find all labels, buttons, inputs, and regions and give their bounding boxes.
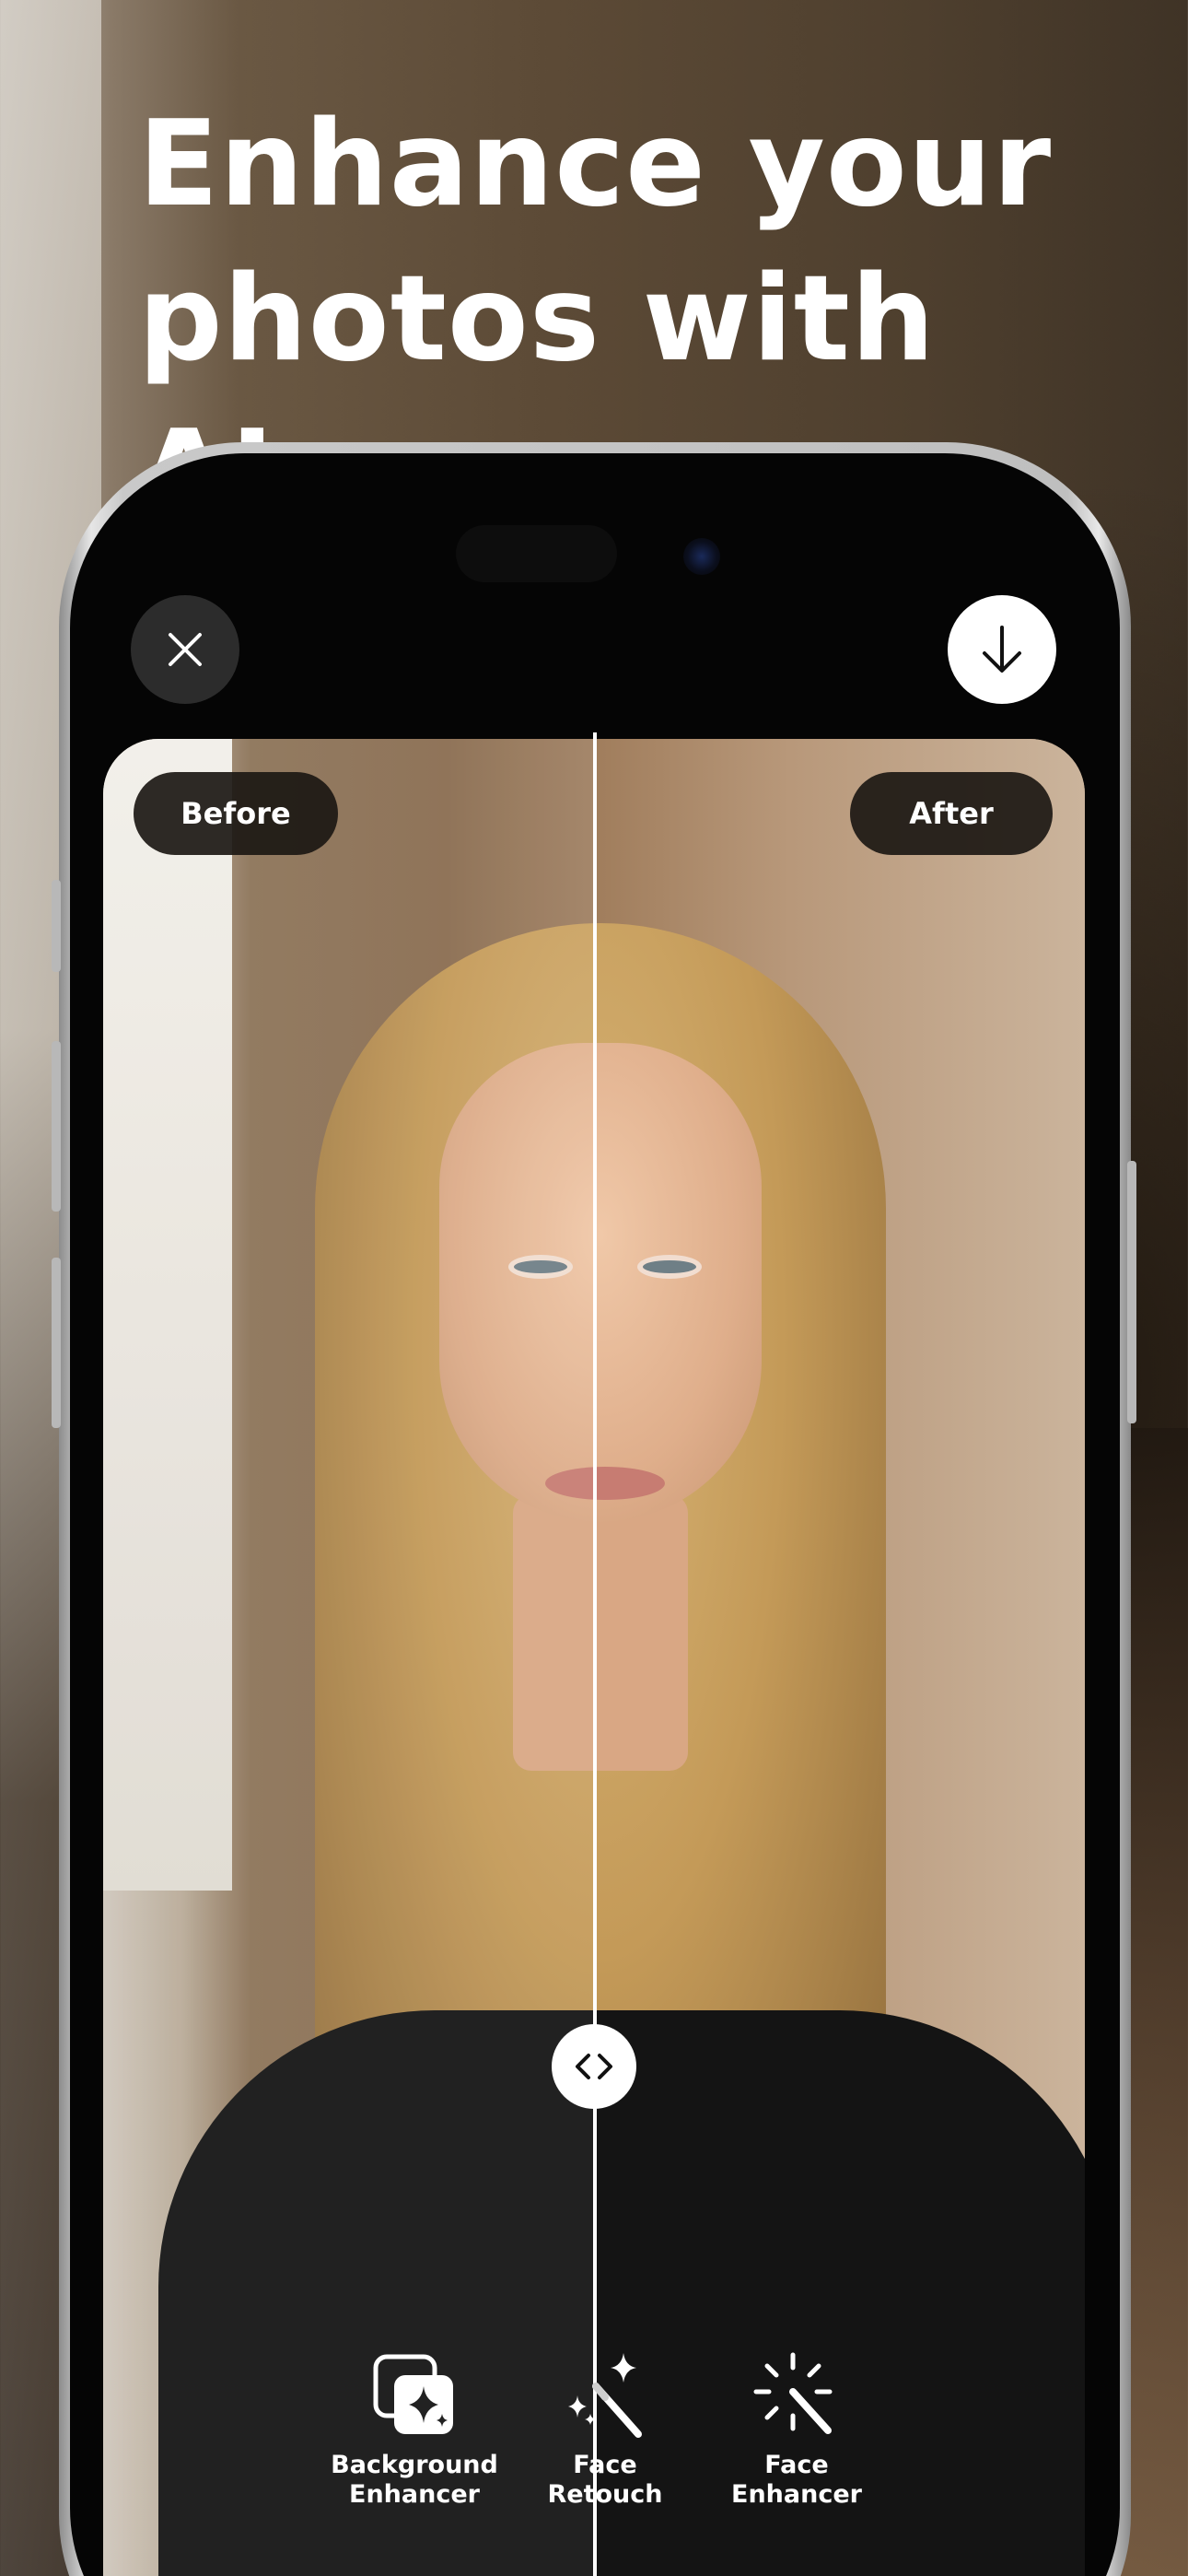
tool-face-retouch[interactable]: Face Retouch [504,2349,706,2510]
close-icon [169,633,202,666]
after-label: After [850,772,1053,855]
subject-eye-right [637,1255,702,1279]
phone-action-button [52,880,61,972]
tool-label-line-1: Face [764,2451,829,2479]
front-camera [683,538,720,575]
magic-wand-burst-icon [753,2352,833,2434]
close-button[interactable] [131,595,239,704]
background-sparkle-icon [373,2354,453,2434]
phone-power-button [1127,1161,1136,1423]
left-right-chevrons-icon [576,2054,612,2079]
dynamic-island [456,525,617,582]
tool-label-line-2: Retouch [547,2480,663,2509]
download-icon [983,626,1021,673]
before-soft-overlay [103,739,594,2576]
tool-background-enhancer[interactable]: Background Enhancer [313,2349,516,2510]
before-label: Before [134,772,338,855]
comparison-divider[interactable] [593,732,597,2576]
comparison-slider-handle[interactable] [552,2024,636,2109]
tool-label-line-1: Background [331,2451,498,2479]
tool-label-line-2: Enhancer [731,2480,862,2509]
download-button[interactable] [948,595,1056,704]
phone-volume-up-button [52,1041,61,1212]
tool-label-line-1: Face [573,2451,637,2479]
phone-volume-down-button [52,1258,61,1428]
magic-wand-icon [568,2353,642,2438]
tool-face-enhancer[interactable]: Face Enhancer [695,2349,898,2510]
headline-line-1: Enhance your [138,96,1053,233]
tool-label-line-2: Enhancer [349,2480,480,2509]
